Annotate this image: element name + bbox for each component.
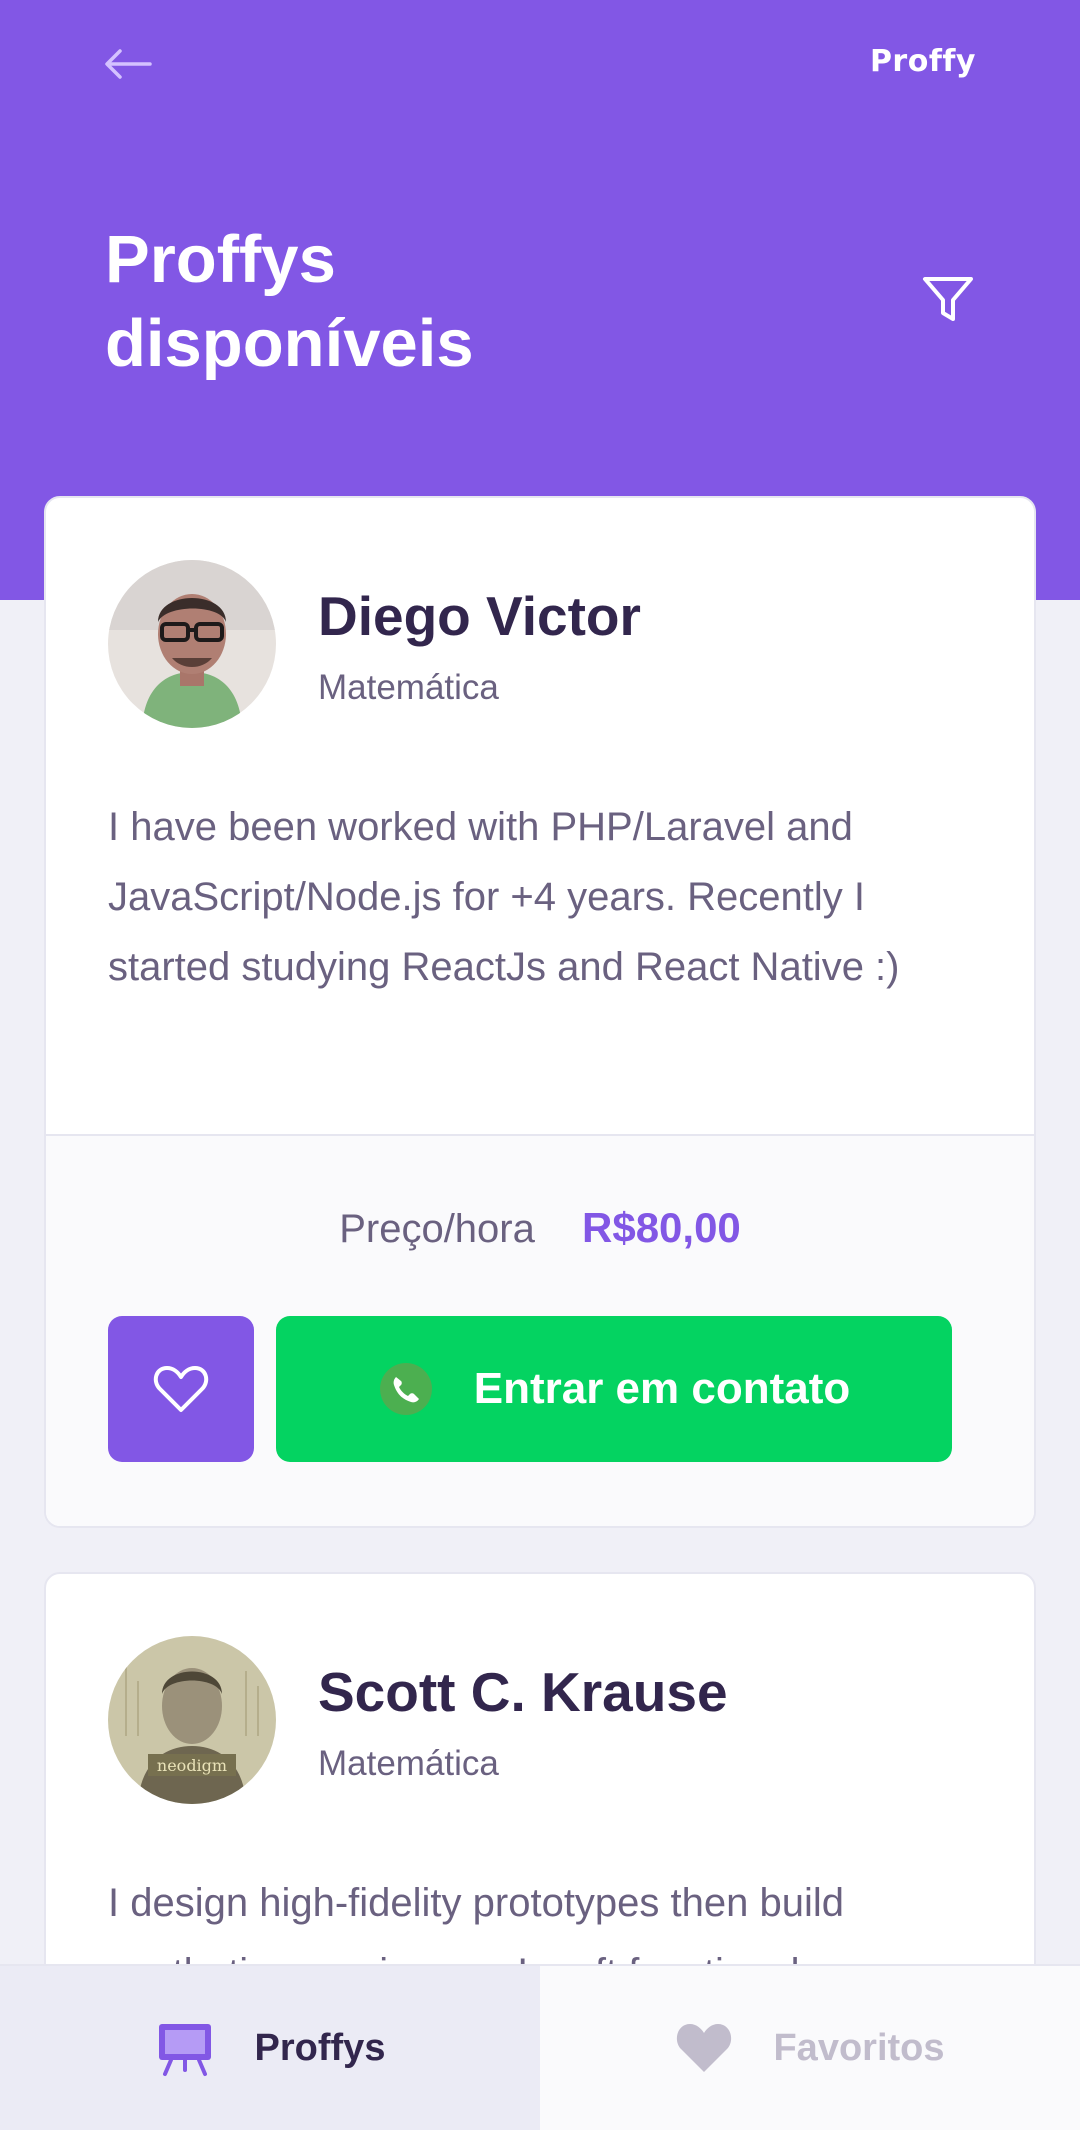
teacher-profile: neodigm Scott C. Krause Matemática <box>46 1574 1034 1804</box>
heart-outline-icon <box>153 1366 209 1412</box>
easel-icon <box>158 2024 211 2076</box>
price-value: R$80,00 <box>582 1204 741 1251</box>
svg-text:neodigm: neodigm <box>157 1756 227 1775</box>
contact-button[interactable]: Entrar em contato <box>276 1316 952 1462</box>
teacher-card: neodigm Scott C. Krause Matemática I des… <box>44 1572 1036 1964</box>
heart-icon <box>677 2024 732 2072</box>
contact-button-label: Entrar em contato <box>473 1364 851 1413</box>
arrow-left-icon <box>105 49 152 79</box>
teacher-bio: I design high-fidelity prototypes then b… <box>108 1881 845 1964</box>
tab-proffys[interactable]: Proffys <box>0 1966 540 2130</box>
teacher-bio: I have been worked with PHP/Laravel and … <box>108 805 900 989</box>
tab-favoritos[interactable]: Favoritos <box>540 1966 1080 2130</box>
price-row: Preço/hora R$80,00 <box>46 1204 1034 1252</box>
avatar <box>108 560 276 728</box>
bottom-tab-bar: Proffys Favoritos <box>0 1964 1080 2130</box>
filter-button[interactable] <box>920 272 976 328</box>
avatar: neodigm <box>108 1636 276 1804</box>
teacher-card: Diego Victor Matemática I have been work… <box>44 496 1036 1528</box>
teacher-subject: Matemática <box>318 1744 499 1783</box>
teacher-subject: Matemática <box>318 668 499 707</box>
price-label: Preço/hora <box>339 1207 535 1251</box>
page-title-line1: Proffys <box>105 222 336 297</box>
back-button[interactable] <box>100 40 156 88</box>
whatsapp-icon <box>379 1363 432 1415</box>
teacher-name: Diego Victor <box>318 585 641 647</box>
tab-favoritos-label: Favoritos <box>773 2026 945 2069</box>
proffy-logo: Proffy <box>869 44 976 79</box>
filter-icon <box>923 277 973 321</box>
tab-proffys-label: Proffys <box>254 2026 386 2069</box>
page-title-line2: disponíveis <box>105 306 474 381</box>
teacher-profile: Diego Victor Matemática <box>46 498 1034 728</box>
teacher-list[interactable]: Diego Victor Matemática I have been work… <box>0 496 1080 1964</box>
favorite-button[interactable] <box>108 1316 254 1462</box>
page-title: Proffys disponíveis <box>105 218 705 386</box>
card-footer: Preço/hora R$80,00 Entrar em contato <box>46 1134 1034 1526</box>
teacher-name: Scott C. Krause <box>318 1661 728 1723</box>
